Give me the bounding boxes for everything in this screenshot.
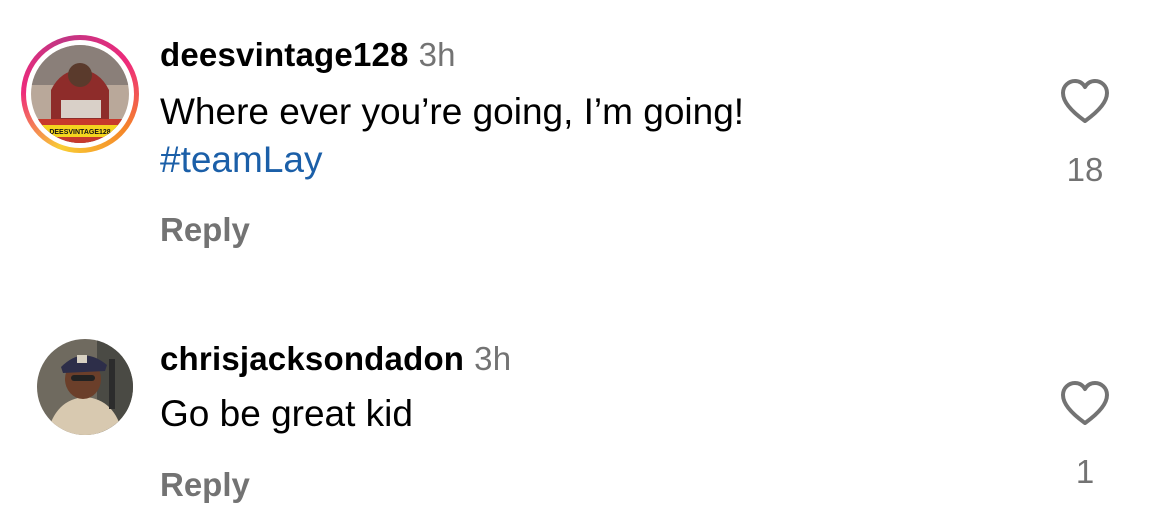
comment-author[interactable]: chrisjacksondadon 3h <box>160 340 511 378</box>
comment-text: Go be great kid <box>160 390 413 438</box>
comment-body: Where ever you’re going, I’m going! <box>160 91 745 132</box>
avatar-logo-text: DEESVINTAGE128 <box>49 129 110 136</box>
username[interactable]: chrisjacksondadon <box>160 340 464 377</box>
comment-text: Where ever you’re going, I’m going! #tea… <box>160 88 744 184</box>
comment-body: Go be great kid <box>160 393 413 434</box>
comment-timestamp: 3h <box>474 340 512 377</box>
username[interactable]: deesvintage128 <box>160 36 409 73</box>
like-count: 18 <box>1066 151 1104 188</box>
hashtag-link[interactable]: #teamLay <box>160 136 744 184</box>
reply-button[interactable]: Reply <box>160 466 250 504</box>
avatar: DEESVINTAGE128 <box>31 45 129 143</box>
heart-outline-icon[interactable] <box>1059 78 1111 124</box>
avatar-story-ring[interactable]: DEESVINTAGE128 <box>21 35 139 153</box>
comment-author[interactable]: deesvintage128 3h <box>160 36 456 74</box>
reply-button[interactable]: Reply <box>160 211 250 249</box>
like-count: 1 <box>1075 453 1095 490</box>
heart-outline-icon[interactable] <box>1059 380 1111 426</box>
comment-timestamp: 3h <box>418 36 456 73</box>
avatar[interactable] <box>37 339 133 435</box>
